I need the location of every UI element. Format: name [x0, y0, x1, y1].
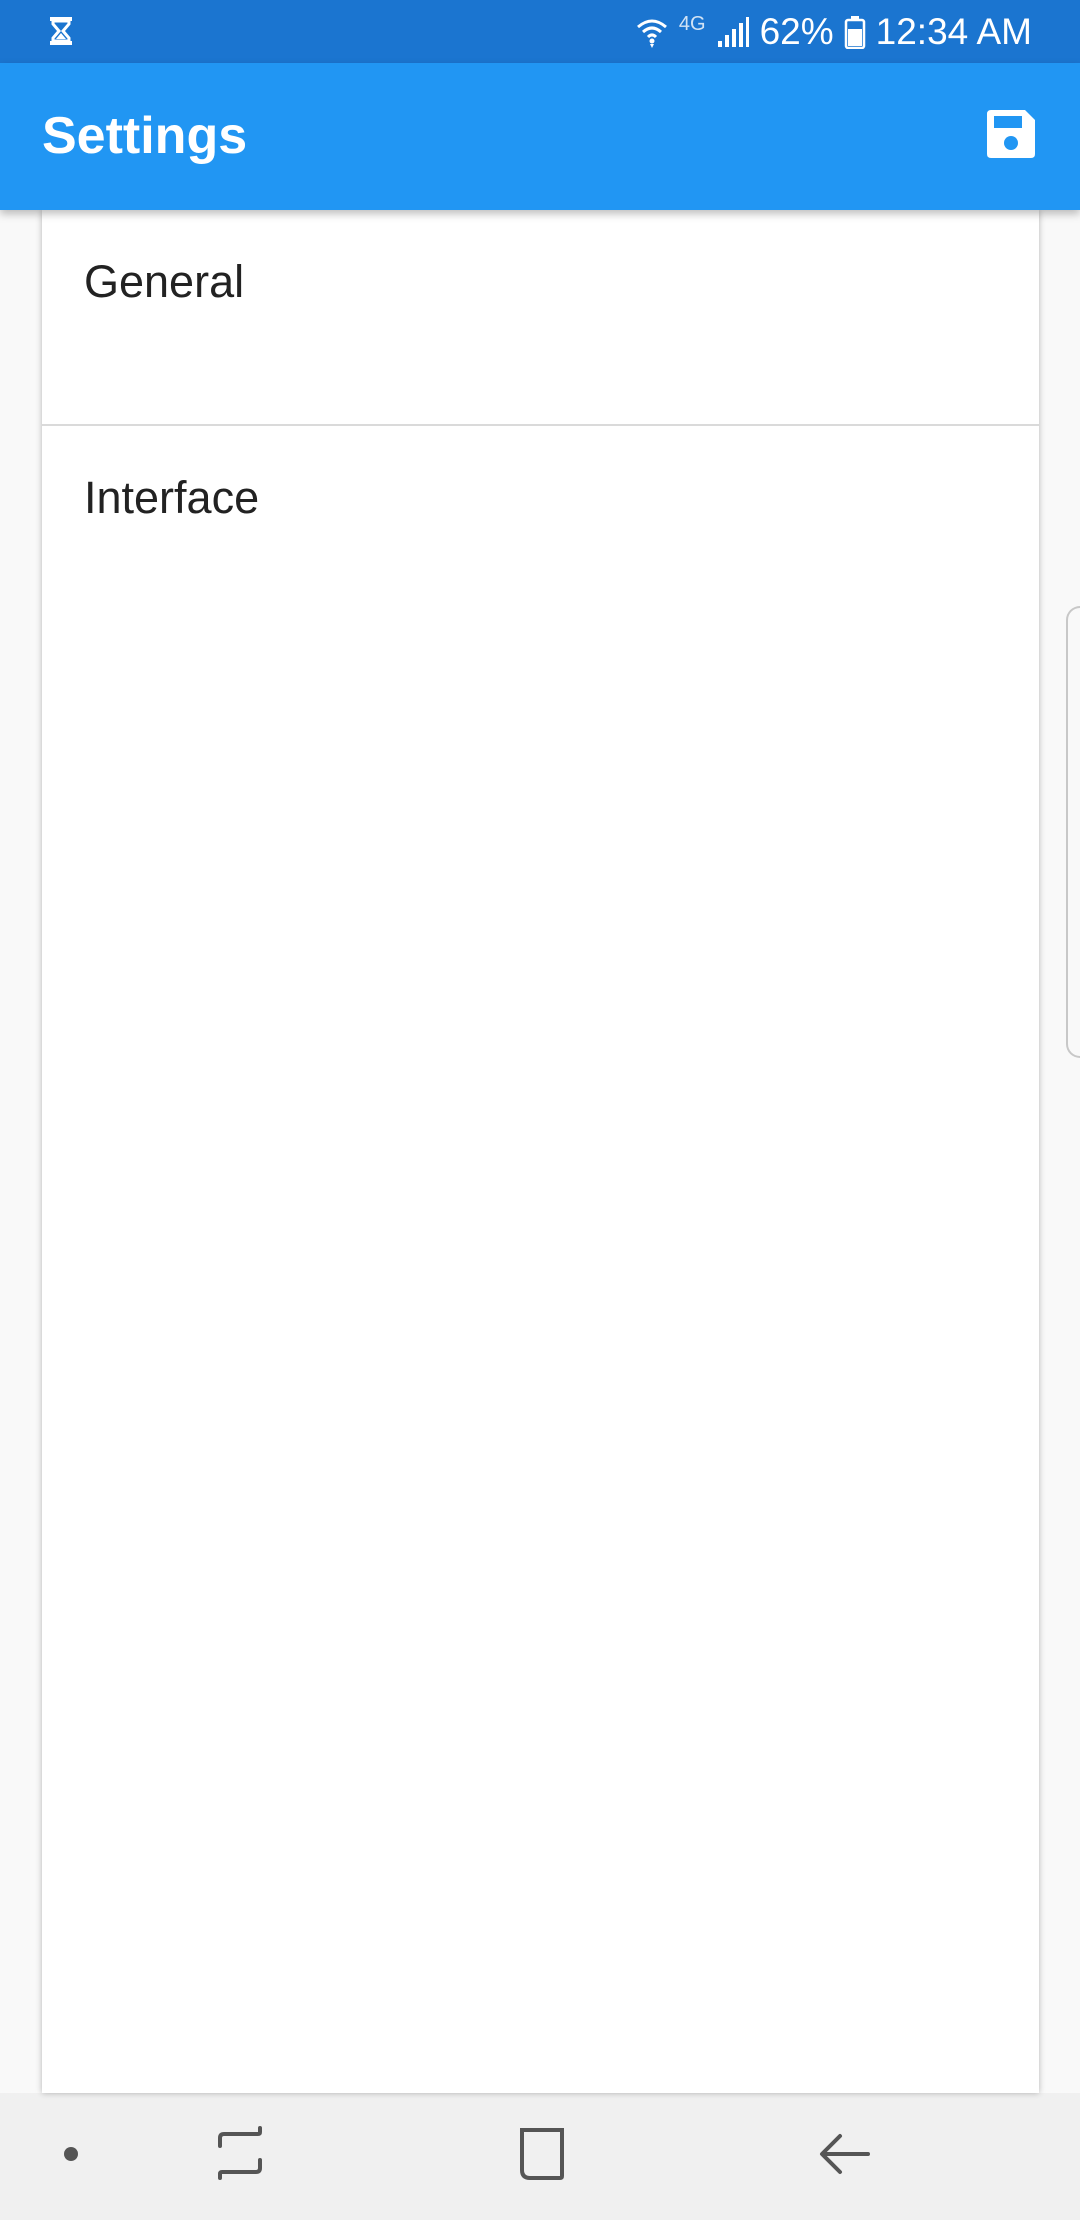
- app-bar: Settings: [0, 63, 1080, 210]
- network-type: 4G: [678, 13, 706, 35]
- recents-icon[interactable]: [212, 2126, 268, 2187]
- home-icon[interactable]: [514, 2126, 570, 2187]
- clock: 12:34 AM: [875, 10, 1032, 52]
- dot-icon[interactable]: [56, 2139, 86, 2174]
- back-icon[interactable]: [816, 2126, 872, 2187]
- battery-icon: [844, 15, 866, 49]
- settings-item-label: Interface: [84, 472, 260, 523]
- hourglass-icon: [44, 14, 78, 48]
- settings-item-interface[interactable]: Interface: [42, 426, 1039, 640]
- settings-list: General Interface: [42, 210, 1039, 2093]
- page-title: Settings: [42, 107, 248, 165]
- save-button[interactable]: [976, 101, 1046, 171]
- wifi-icon: [635, 15, 669, 49]
- settings-item-label: General: [84, 256, 245, 307]
- save-icon: [985, 108, 1037, 165]
- settings-item-general[interactable]: General: [42, 210, 1039, 424]
- navigation-bar: [0, 2093, 1080, 2220]
- status-icons: 4G 62% 12:34 AM: [635, 0, 1032, 63]
- signal-icon: [716, 15, 750, 49]
- edge-panel-handle[interactable]: [1066, 606, 1080, 1058]
- battery-percent: 62%: [759, 10, 834, 52]
- status-bar: 4G 62% 12:34 AM: [0, 0, 1080, 63]
